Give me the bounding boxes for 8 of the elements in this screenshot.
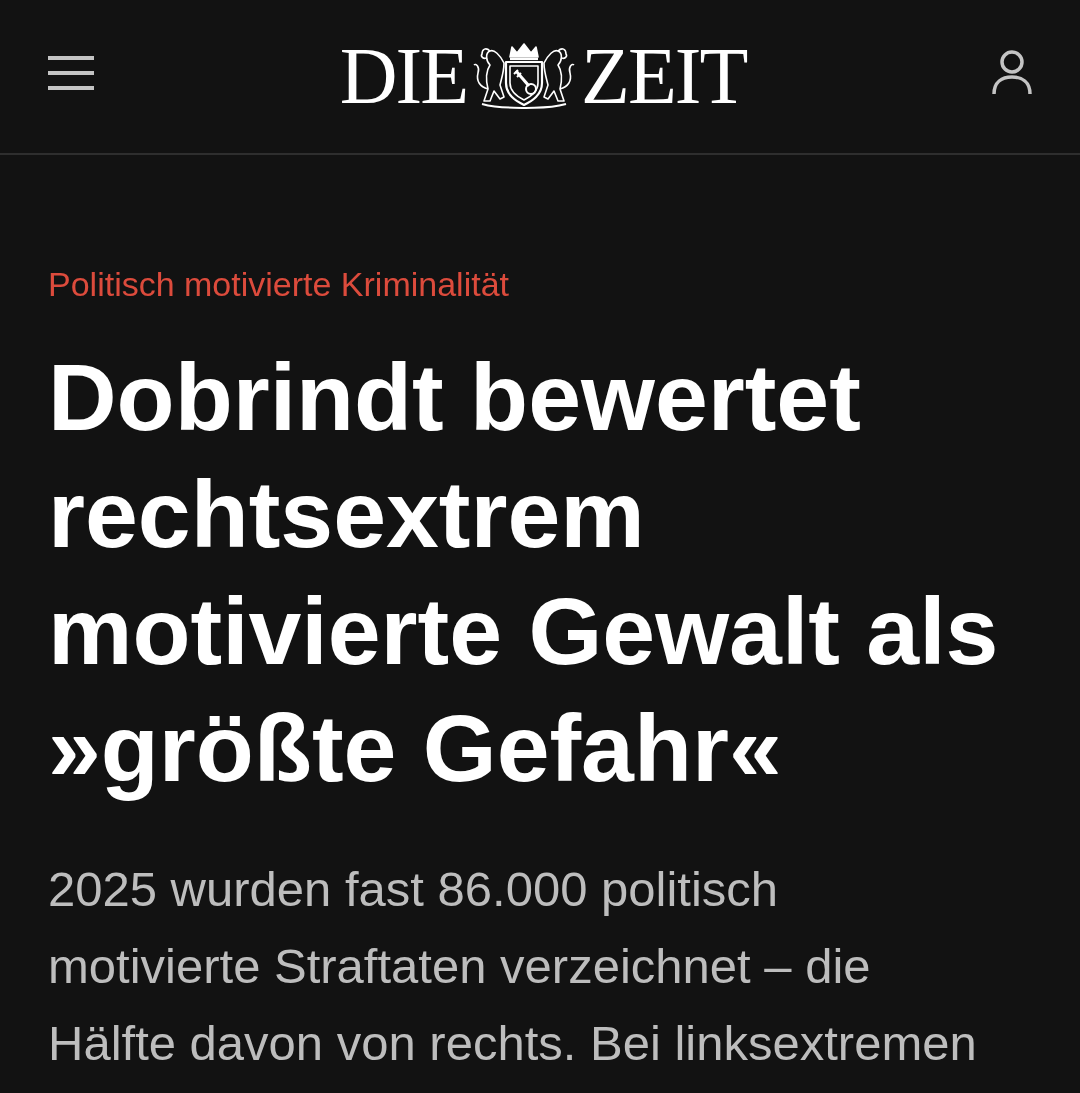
article-teaser: 2025 wurden fast 86.000 politisch motivierte Straftaten verzeichnet – die Hälfte davon von rechts. Bei linksextremen xyxy=(48,861,978,1072)
account-button[interactable] xyxy=(992,49,1032,96)
user-icon xyxy=(992,49,1032,96)
menu-button[interactable] xyxy=(48,55,94,90)
menu-icon xyxy=(48,55,94,90)
article-kicker: Politisch motivierte Kriminalität xyxy=(48,264,511,304)
article-headline: Dobrindt bewertet rechtsextrem motivierte Gewalt als »größte Gefahr« xyxy=(48,343,1000,803)
logo-link[interactable]: DIE ZEIT xyxy=(339,35,747,116)
